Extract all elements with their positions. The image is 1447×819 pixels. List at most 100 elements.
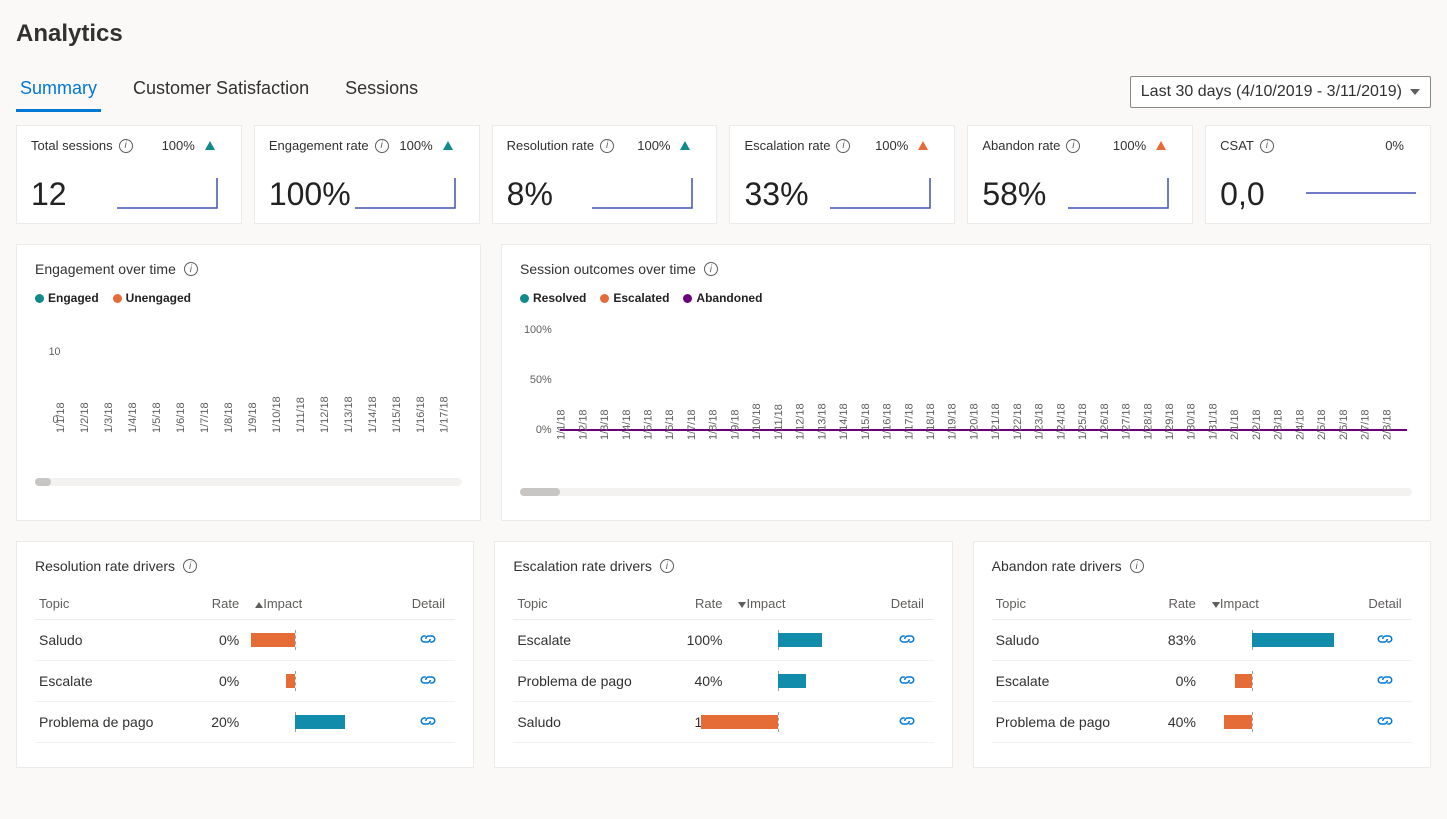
svg-text:1/6/18: 1/6/18 (175, 402, 187, 433)
rate-cell: 0% (1152, 661, 1204, 702)
col-detail[interactable]: Detail (881, 588, 934, 620)
svg-text:1/2/18: 1/2/18 (577, 409, 589, 440)
kpi-trend-value: 0% (1385, 138, 1404, 153)
kpi-csat[interactable]: CSAT i 0% 0,0 (1205, 125, 1431, 224)
rate-cell: 0% (195, 620, 247, 661)
col-impact[interactable]: Impact (730, 588, 881, 620)
tab-summary[interactable]: Summary (16, 72, 101, 112)
link-icon[interactable] (898, 632, 916, 648)
svg-text:1/8/18: 1/8/18 (708, 409, 720, 440)
svg-text:1/23/18: 1/23/18 (1034, 403, 1046, 440)
svg-text:1/15/18: 1/15/18 (391, 396, 403, 433)
kpi-value: 100% (269, 176, 351, 213)
legend-escalated: Escalated (600, 291, 669, 305)
col-impact[interactable]: Impact (1204, 588, 1358, 620)
info-icon[interactable]: i (836, 139, 850, 153)
date-range-select[interactable]: Last 30 days (4/10/2019 - 3/11/2019) (1130, 76, 1431, 108)
outcomes-chart: 100%50%0%1/1/181/2/181/3/181/4/181/5/181… (520, 315, 1412, 475)
svg-text:1/14/18: 1/14/18 (367, 396, 379, 433)
info-icon[interactable]: i (704, 262, 718, 276)
tab-customer-satisfaction[interactable]: Customer Satisfaction (129, 72, 313, 112)
topic-cell: Problema de pago (35, 702, 195, 743)
svg-text:2/1/18: 2/1/18 (1229, 409, 1241, 440)
table-row[interactable]: Problema de pago 40% (513, 661, 933, 702)
svg-text:1/29/18: 1/29/18 (1164, 403, 1176, 440)
topic-cell: Saludo (35, 620, 195, 661)
info-icon[interactable]: i (1066, 139, 1080, 153)
table-row[interactable]: Escalate 100% (513, 620, 933, 661)
link-icon[interactable] (419, 673, 437, 689)
rate-cell: 83% (1152, 620, 1204, 661)
abandon_drivers-panel: Abandon rate driversi Topic Rate Impact … (973, 541, 1431, 768)
svg-text:100%: 100% (524, 324, 552, 336)
kpi-total_sessions[interactable]: Total sessions i 100% 12 (16, 125, 242, 224)
drivers-panel-title: Resolution rate drivers (35, 558, 175, 574)
trend-up-icon (443, 141, 453, 150)
info-icon[interactable]: i (184, 262, 198, 276)
rate-cell: 100% (670, 620, 731, 661)
col-topic[interactable]: Topic (992, 588, 1152, 620)
svg-text:1/4/18: 1/4/18 (621, 409, 633, 440)
col-topic[interactable]: Topic (35, 588, 195, 620)
impact-cell (1204, 620, 1358, 661)
col-rate[interactable]: Rate (1152, 588, 1204, 620)
kpi-label: Engagement rate (269, 138, 369, 153)
svg-text:1/30/18: 1/30/18 (1186, 403, 1198, 440)
svg-text:1/1/18: 1/1/18 (55, 402, 67, 433)
link-icon[interactable] (1376, 673, 1394, 689)
link-icon[interactable] (419, 714, 437, 730)
info-icon[interactable]: i (183, 559, 197, 573)
info-icon[interactable]: i (375, 139, 389, 153)
topic-cell: Problema de pago (513, 661, 669, 702)
info-icon[interactable]: i (1130, 559, 1144, 573)
table-row[interactable]: Escalate 0% (992, 661, 1412, 702)
resolution_drivers-panel: Resolution rate drivers i Topic Rate Impa… (16, 541, 474, 768)
table-row[interactable]: Problema de pago 40% (992, 702, 1412, 743)
table-row[interactable]: Saludo 0% (35, 620, 455, 661)
link-icon[interactable] (898, 673, 916, 689)
col-detail[interactable]: Detail (401, 588, 455, 620)
info-icon[interactable]: i (600, 139, 614, 153)
topic-cell: Saludo (992, 620, 1152, 661)
info-icon[interactable]: i (1260, 139, 1274, 153)
kpi-resolution[interactable]: Resolution rate i 100% 8% (492, 125, 718, 224)
info-icon[interactable]: i (660, 559, 674, 573)
link-icon[interactable] (898, 714, 916, 730)
kpi-trend-value: 100% (1113, 138, 1146, 153)
legend-resolved: Resolved (520, 291, 586, 305)
col-rate[interactable]: Rate (195, 588, 247, 620)
link-icon[interactable] (1376, 714, 1394, 730)
kpi-value: 0,0 (1220, 176, 1264, 213)
kpi-value: 58% (982, 176, 1046, 213)
table-row[interactable]: Problema de pago 20% (35, 702, 455, 743)
engagement-chart: 1001/1/181/2/181/3/181/4/181/5/181/6/181… (35, 315, 462, 465)
kpi-abandon[interactable]: Abandon rate i 100% 58% (967, 125, 1193, 224)
col-impact[interactable]: Impact (247, 588, 401, 620)
chart-scrollbar[interactable] (520, 488, 1412, 496)
svg-text:2/3/18: 2/3/18 (1273, 409, 1285, 440)
table-row[interactable]: Saludo 17% (513, 702, 933, 743)
link-icon[interactable] (419, 632, 437, 648)
tab-sessions[interactable]: Sessions (341, 72, 422, 112)
col-detail[interactable]: Detail (1358, 588, 1412, 620)
topic-cell: Problema de pago (992, 702, 1152, 743)
chart-scrollbar[interactable] (35, 478, 462, 486)
table-row[interactable]: Escalate 0% (35, 661, 455, 702)
kpi-trend-value: 100% (875, 138, 908, 153)
kpi-escalation[interactable]: Escalation rate i 100% 33% (729, 125, 955, 224)
table-row[interactable]: Saludo 83% (992, 620, 1412, 661)
svg-text:1/24/18: 1/24/18 (1055, 403, 1067, 440)
info-icon[interactable]: i (119, 139, 133, 153)
svg-text:1/5/18: 1/5/18 (151, 402, 163, 433)
svg-text:10: 10 (49, 346, 61, 358)
kpi-engagement[interactable]: Engagement rate i 100% 100% (254, 125, 480, 224)
svg-text:1/2/18: 1/2/18 (79, 402, 91, 433)
col-rate[interactable]: Rate (670, 588, 731, 620)
svg-text:1/27/18: 1/27/18 (1121, 403, 1133, 440)
link-icon[interactable] (1376, 632, 1394, 648)
col-topic[interactable]: Topic (513, 588, 669, 620)
rate-cell: 40% (1152, 702, 1204, 743)
svg-text:1/16/18: 1/16/18 (882, 403, 894, 440)
topic-cell: Escalate (992, 661, 1152, 702)
legend-engaged: Engaged (35, 291, 99, 305)
